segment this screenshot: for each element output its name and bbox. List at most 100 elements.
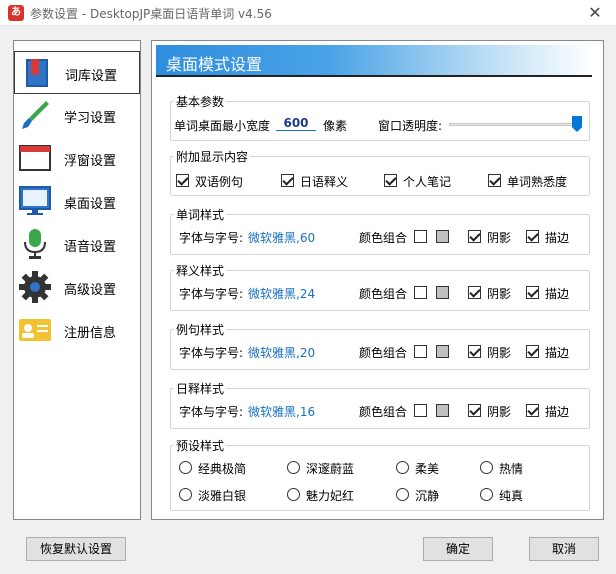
japanese-definition-style-group: 日释样式 字体与字号: 微软雅黑,16 颜色组合 阴影 描边 xyxy=(170,380,590,429)
outline-label: 描边 xyxy=(545,405,570,419)
color-swatch-text[interactable] xyxy=(414,230,427,243)
sidebar-item-registration[interactable]: 注册信息 xyxy=(14,309,140,352)
personal-notes-checkbox[interactable] xyxy=(384,174,397,187)
panel-title: 桌面模式设置 xyxy=(166,55,263,74)
group-title: 预设样式 xyxy=(174,437,227,454)
bilingual-examples-checkbox[interactable] xyxy=(176,174,189,187)
opacity-slider-thumb[interactable] xyxy=(572,116,582,132)
app-icon: あ xyxy=(8,5,24,21)
sidebar-item-label: 高级设置 xyxy=(64,283,117,298)
japanese-definition-checkbox[interactable] xyxy=(281,174,294,187)
group-title: 日释样式 xyxy=(174,380,227,397)
shadow-label: 阴影 xyxy=(487,287,512,301)
opacity-slider[interactable] xyxy=(449,123,579,126)
sidebar-item-voice[interactable]: 语音设置 xyxy=(14,223,140,266)
basic-params-group: 基本参数 单词桌面最小宽度 像素 窗口透明度: xyxy=(170,93,590,141)
color-swatch-shadow[interactable] xyxy=(436,404,449,417)
preset-radio[interactable] xyxy=(287,461,300,474)
color-swatch-shadow[interactable] xyxy=(436,345,449,358)
settings-panel: 桌面模式设置 基本参数 单词桌面最小宽度 像素 窗口透明度: 附加显示内容 双语… xyxy=(151,40,604,520)
font-value-link[interactable]: 微软雅黑,20 xyxy=(248,344,315,361)
shadow-checkbox[interactable] xyxy=(468,345,481,358)
monitor-icon xyxy=(19,186,51,215)
microphone-icon xyxy=(24,229,46,259)
sidebar-item-desktop[interactable]: 桌面设置 xyxy=(14,180,140,223)
example-style-group: 例句样式 字体与字号: 微软雅黑,20 颜色组合 阴影 描边 xyxy=(170,321,590,370)
color-swatch-text[interactable] xyxy=(414,404,427,417)
sidebar: 词库设置 学习设置 浮窗设置 桌面设置 语音设置 高级设置 注册信息 xyxy=(13,40,141,520)
definition-style-group: 释义样式 字体与字号: 微软雅黑,24 颜色组合 阴影 描边 xyxy=(170,262,590,311)
sidebar-item-float-window[interactable]: 浮窗设置 xyxy=(14,137,140,180)
preset-label: 柔美 xyxy=(415,462,440,476)
ok-button[interactable]: 确定 xyxy=(423,537,493,561)
preset-label: 魅力妃红 xyxy=(306,489,355,503)
font-value-link[interactable]: 微软雅黑,24 xyxy=(248,285,315,302)
outline-label: 描边 xyxy=(545,231,570,245)
brush-icon xyxy=(22,101,49,129)
preset-radio[interactable] xyxy=(396,461,409,474)
outline-label: 描边 xyxy=(545,287,570,301)
sidebar-item-vocabulary[interactable]: 词库设置 xyxy=(14,51,140,94)
font-value-link[interactable]: 微软雅黑,16 xyxy=(248,403,315,420)
close-button[interactable]: ✕ xyxy=(574,0,616,26)
cancel-button[interactable]: 取消 xyxy=(529,537,599,561)
color-combo-label: 颜色组合 xyxy=(359,346,408,360)
group-title: 释义样式 xyxy=(174,262,227,279)
preset-radio[interactable] xyxy=(480,461,493,474)
preset-label: 热情 xyxy=(499,462,524,476)
word-style-group: 单词样式 字体与字号: 微软雅黑,60 颜色组合 阴影 描边 xyxy=(170,206,590,255)
panel-header: 桌面模式设置 xyxy=(156,45,592,77)
shadow-label: 阴影 xyxy=(487,231,512,245)
color-combo-label: 颜色组合 xyxy=(359,231,408,245)
min-width-label: 单词桌面最小宽度 xyxy=(174,119,271,133)
color-swatch-shadow[interactable] xyxy=(436,230,449,243)
checkbox-label: 日语释义 xyxy=(300,175,349,189)
font-label: 字体与字号: xyxy=(179,287,244,301)
preset-radio[interactable] xyxy=(396,488,409,501)
sidebar-item-label: 词库设置 xyxy=(65,69,118,84)
shadow-checkbox[interactable] xyxy=(468,230,481,243)
group-title: 基本参数 xyxy=(174,93,227,110)
preset-label: 纯真 xyxy=(499,489,524,503)
min-width-input[interactable] xyxy=(276,116,316,131)
shadow-label: 阴影 xyxy=(487,405,512,419)
preset-radio[interactable] xyxy=(287,488,300,501)
color-combo-label: 颜色组合 xyxy=(359,405,408,419)
preset-radio[interactable] xyxy=(179,461,192,474)
preset-label: 淡雅白银 xyxy=(198,489,247,503)
window-icon xyxy=(19,145,51,171)
preset-label: 深邃蔚蓝 xyxy=(306,462,355,476)
sidebar-item-advanced[interactable]: 高级设置 xyxy=(14,266,140,309)
outline-checkbox[interactable] xyxy=(526,345,539,358)
word-familiarity-checkbox[interactable] xyxy=(488,174,501,187)
checkbox-label: 双语例句 xyxy=(195,175,244,189)
outline-label: 描边 xyxy=(545,346,570,360)
gear-icon xyxy=(19,271,51,303)
extra-content-group: 附加显示内容 双语例句 日语释义 个人笔记 单词熟悉度 xyxy=(170,148,590,196)
shadow-checkbox[interactable] xyxy=(468,404,481,417)
outline-checkbox[interactable] xyxy=(526,230,539,243)
outline-checkbox[interactable] xyxy=(526,404,539,417)
unit-label: 像素 xyxy=(323,119,348,133)
opacity-label: 窗口透明度: xyxy=(378,119,443,133)
preset-radio[interactable] xyxy=(480,488,493,501)
shadow-checkbox[interactable] xyxy=(468,286,481,299)
sidebar-item-label: 语音设置 xyxy=(64,240,117,255)
color-swatch-text[interactable] xyxy=(414,286,427,299)
color-swatch-shadow[interactable] xyxy=(436,286,449,299)
preset-styles-group: 预设样式 经典极简 深邃蔚蓝 柔美 热情 淡雅白银 魅力妃红 沉静 纯真 xyxy=(170,437,590,511)
group-title: 附加显示内容 xyxy=(174,148,251,165)
font-value-link[interactable]: 微软雅黑,60 xyxy=(248,229,315,246)
color-swatch-text[interactable] xyxy=(414,345,427,358)
sidebar-item-study[interactable]: 学习设置 xyxy=(14,94,140,137)
title-bar: あ 参数设置 - DesktopJP桌面日语背单词 v4.56 ✕ xyxy=(0,0,616,26)
preset-radio[interactable] xyxy=(179,488,192,501)
sidebar-item-label: 注册信息 xyxy=(64,326,117,341)
font-label: 字体与字号: xyxy=(179,346,244,360)
outline-checkbox[interactable] xyxy=(526,286,539,299)
reset-defaults-button[interactable]: 恢复默认设置 xyxy=(26,537,126,561)
font-label: 字体与字号: xyxy=(179,231,244,245)
shadow-label: 阴影 xyxy=(487,346,512,360)
group-title: 单词样式 xyxy=(174,206,227,223)
window-title: 参数设置 - DesktopJP桌面日语背单词 v4.56 xyxy=(30,7,272,21)
